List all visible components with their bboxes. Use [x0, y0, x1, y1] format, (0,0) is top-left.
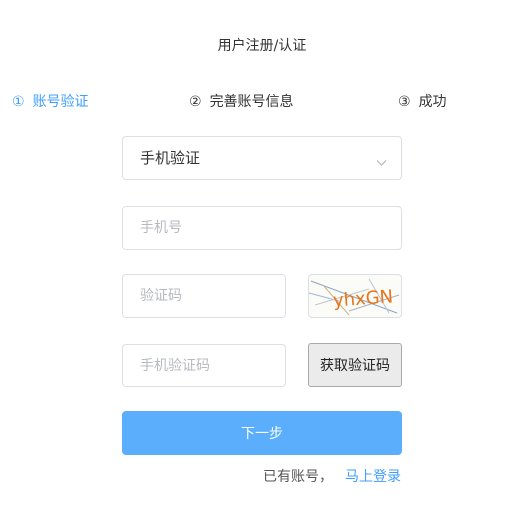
login-row: 已有账号， 马上登录 [263, 467, 401, 487]
login-link[interactable]: 马上登录 [345, 469, 401, 485]
steps-bar: ① 账号验证 ② 完善账号信息 ③ 成功 [0, 92, 524, 112]
step-number: ② [189, 94, 202, 110]
captcha-code-input[interactable] [122, 274, 286, 318]
chevron-down-icon [376, 153, 387, 166]
phone-input[interactable] [122, 206, 402, 250]
step-account-verify: ① 账号验证 [12, 92, 89, 112]
step-label: 完善账号信息 [209, 94, 294, 110]
verify-method-select[interactable]: 手机验证 [122, 136, 402, 180]
step-label: 账号验证 [32, 94, 89, 110]
sms-code-input[interactable] [122, 344, 286, 387]
step-complete-info: ② 完善账号信息 [189, 92, 294, 112]
step-number: ③ [398, 94, 411, 110]
login-prompt: 已有账号， [263, 469, 333, 485]
captcha-text: yhxGN [332, 286, 393, 311]
step-label: 成功 [418, 94, 447, 110]
step-number: ① [12, 94, 25, 110]
step-success: ③ 成功 [398, 92, 447, 112]
next-step-button[interactable]: 下一步 [122, 411, 402, 455]
captcha-image[interactable]: yhxGN [308, 274, 402, 318]
verify-method-value: 手机验证 [140, 149, 201, 167]
page-title: 用户注册/认证 [217, 38, 307, 54]
get-sms-code-button[interactable]: 获取验证码 [308, 343, 402, 387]
